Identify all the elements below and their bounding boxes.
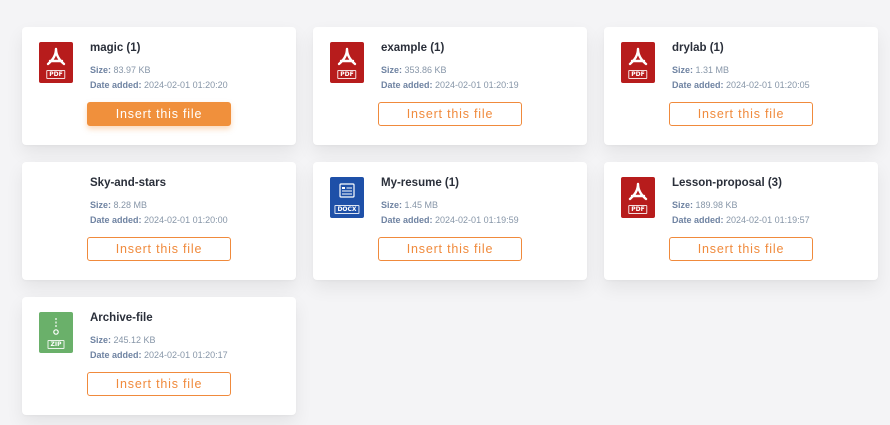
file-size-value: 189.98 KB: [695, 200, 738, 210]
insert-file-button[interactable]: Insert this file: [87, 237, 231, 261]
image-thumbnail: [39, 177, 73, 218]
insert-file-button[interactable]: Insert this file: [87, 372, 231, 396]
file-size-value: 83.97 KB: [113, 65, 151, 75]
date-added-label: Date added:: [90, 215, 142, 225]
file-type-badge: PDF: [337, 70, 357, 79]
date-added-label: Date added:: [381, 80, 433, 90]
size-label: Size:: [381, 200, 403, 210]
file-size: Size: 245.12 KB: [90, 335, 156, 345]
date-added-label: Date added:: [90, 350, 142, 360]
file-card: ZIP Archive-file Size: 245.12 KB Date ad…: [22, 297, 296, 415]
file-date-value: 2024-02-01 01:20:20: [144, 80, 228, 90]
insert-file-button[interactable]: Insert this file: [669, 237, 813, 261]
file-size-value: 1.31 MB: [695, 65, 730, 75]
file-name: Lesson-proposal (3): [672, 177, 782, 189]
file-date: Date added: 2024-02-01 01:20:20: [90, 80, 228, 90]
file-size: Size: 353.86 KB: [381, 65, 447, 75]
size-label: Size:: [90, 200, 112, 210]
insert-file-button[interactable]: Insert this file: [378, 237, 522, 261]
file-name: My-resume (1): [381, 177, 459, 189]
file-size: Size: 1.31 MB: [672, 65, 729, 75]
size-label: Size:: [672, 65, 694, 75]
file-type-badge: PDF: [46, 70, 66, 79]
file-date: Date added: 2024-02-01 01:20:05: [672, 80, 810, 90]
file-size-value: 245.12 KB: [113, 335, 156, 345]
file-size-value: 8.28 MB: [113, 200, 148, 210]
date-added-label: Date added:: [381, 215, 433, 225]
file-date: Date added: 2024-02-01 01:20:19: [381, 80, 519, 90]
pdf-icon: PDF: [330, 42, 364, 83]
file-date-value: 2024-02-01 01:19:59: [435, 215, 519, 225]
file-date-value: 2024-02-01 01:20:17: [144, 350, 228, 360]
file-size: Size: 8.28 MB: [90, 200, 147, 210]
file-date: Date added: 2024-02-01 01:19:57: [672, 215, 810, 225]
file-type-badge: DOCX: [334, 205, 360, 214]
file-date-value: 2024-02-01 01:19:57: [726, 215, 810, 225]
file-date-value: 2024-02-01 01:20:05: [726, 80, 810, 90]
size-label: Size:: [90, 65, 112, 75]
file-date-value: 2024-02-01 01:20:00: [144, 215, 228, 225]
insert-file-button[interactable]: Insert this file: [87, 102, 231, 126]
size-label: Size:: [381, 65, 403, 75]
pdf-icon: PDF: [621, 177, 655, 218]
file-name: Sky-and-stars: [90, 177, 167, 189]
file-size-value: 353.86 KB: [404, 65, 447, 75]
file-name: magic (1): [90, 42, 141, 54]
insert-file-button[interactable]: Insert this file: [378, 102, 522, 126]
file-card: DOCX My-resume (1) Size: 1.45 MB Date ad…: [313, 162, 587, 280]
pdf-icon: PDF: [39, 42, 73, 83]
size-label: Size:: [90, 335, 112, 345]
file-card: PDF example (1) Size: 353.86 KB Date add…: [313, 27, 587, 145]
file-name: Archive-file: [90, 312, 153, 324]
file-name: drylab (1): [672, 42, 724, 54]
file-date-value: 2024-02-01 01:20:19: [435, 80, 519, 90]
file-type-badge: PDF: [628, 70, 648, 79]
file-type-badge: PDF: [628, 205, 648, 214]
file-card: PDF drylab (1) Size: 1.31 MB Date added:…: [604, 27, 878, 145]
date-added-label: Date added:: [672, 215, 724, 225]
date-added-label: Date added:: [90, 80, 142, 90]
docx-icon: DOCX: [330, 177, 364, 218]
file-size: Size: 83.97 KB: [90, 65, 151, 75]
file-date: Date added: 2024-02-01 01:19:59: [381, 215, 519, 225]
pdf-icon: PDF: [621, 42, 655, 83]
file-date: Date added: 2024-02-01 01:20:00: [90, 215, 228, 225]
file-date: Date added: 2024-02-01 01:20:17: [90, 350, 228, 360]
file-card: PDF magic (1) Size: 83.97 KB Date added:…: [22, 27, 296, 145]
file-card: Sky-and-stars Size: 8.28 MB Date added: …: [22, 162, 296, 280]
insert-file-button[interactable]: Insert this file: [669, 102, 813, 126]
date-added-label: Date added:: [672, 80, 724, 90]
file-name: example (1): [381, 42, 445, 54]
file-size-value: 1.45 MB: [404, 200, 439, 210]
file-size: Size: 189.98 KB: [672, 200, 738, 210]
file-size: Size: 1.45 MB: [381, 200, 438, 210]
file-card: PDF Lesson-proposal (3) Size: 189.98 KB …: [604, 162, 878, 280]
zip-icon: ZIP: [39, 312, 73, 353]
file-type-badge: ZIP: [47, 340, 65, 349]
size-label: Size:: [672, 200, 694, 210]
